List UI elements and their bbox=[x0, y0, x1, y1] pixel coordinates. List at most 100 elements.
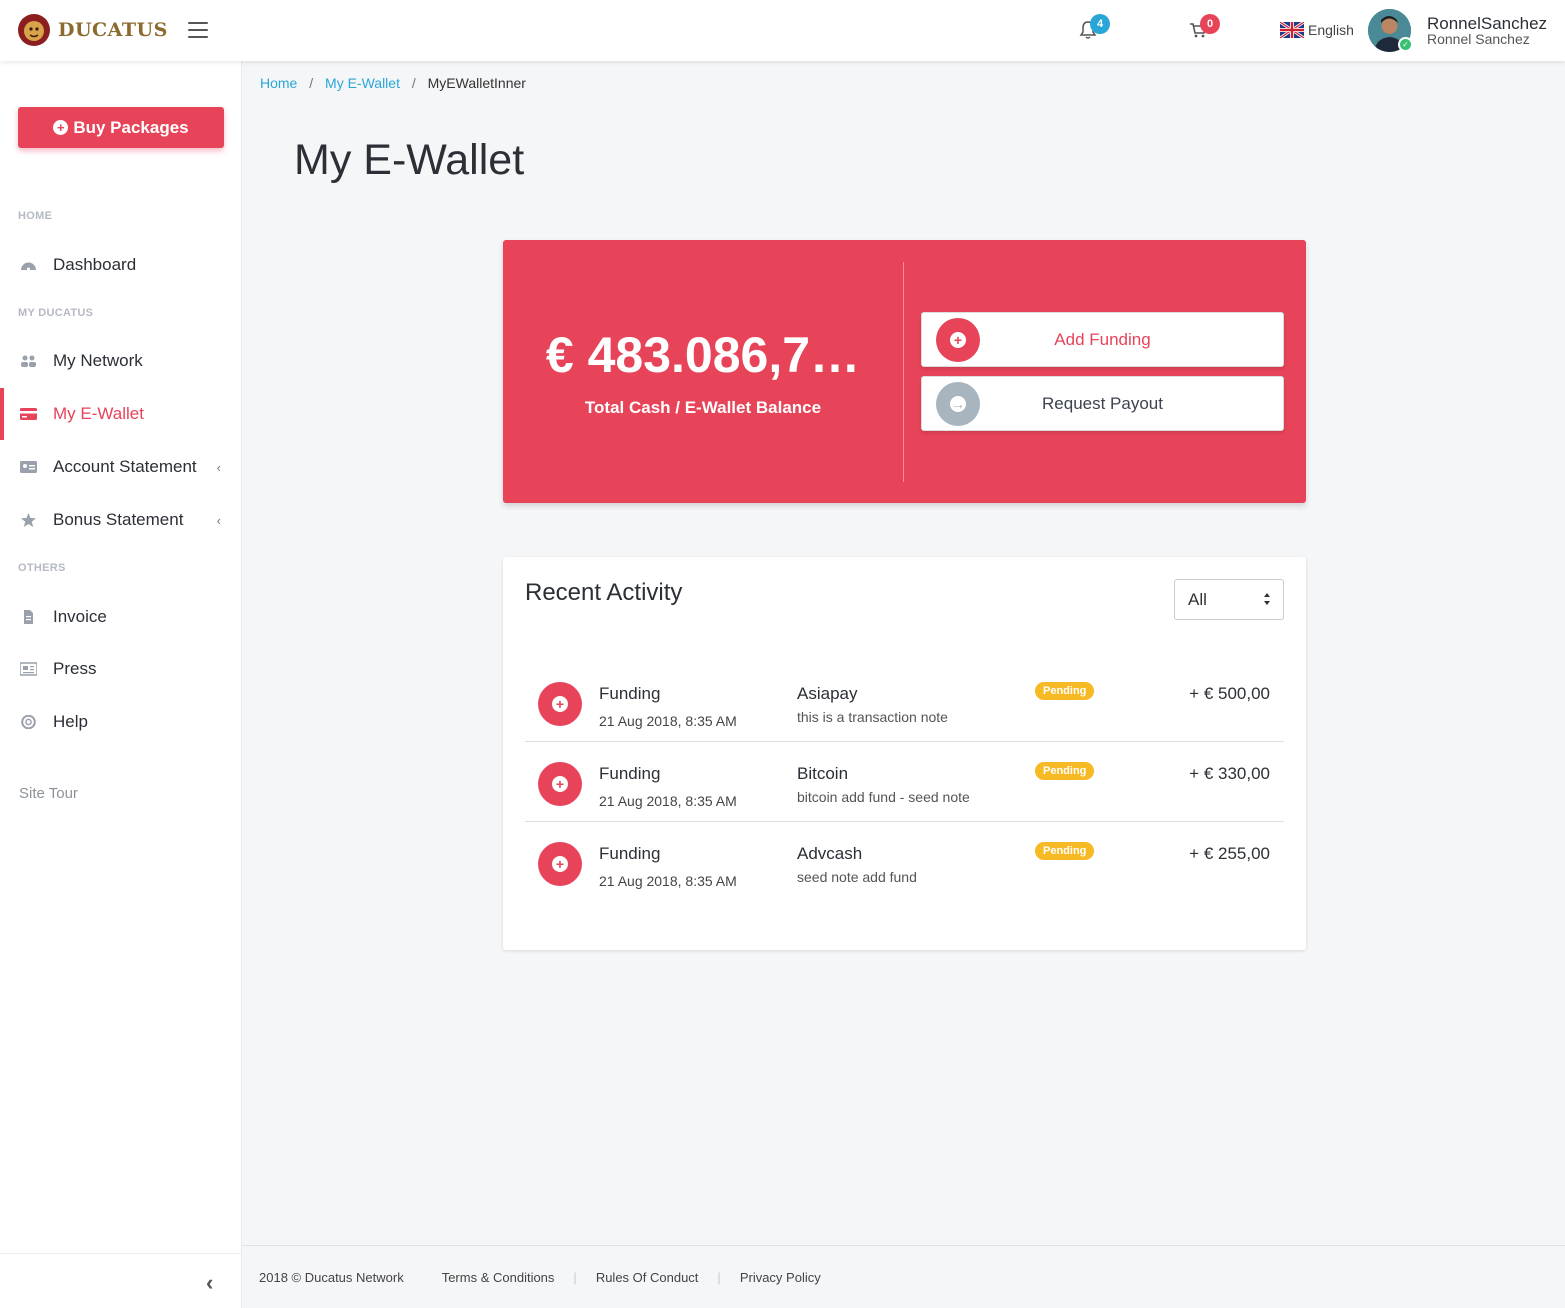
request-payout-label: Request Payout bbox=[1042, 394, 1163, 413]
activity-method: Bitcoin bbox=[797, 764, 849, 783]
activity-row[interactable]: + Funding 21 Aug 2018, 8:35 AM Advcash s… bbox=[525, 822, 1284, 902]
activity-date: 21 Aug 2018, 8:35 AM bbox=[599, 793, 737, 809]
user-full-name: Ronnel Sanchez bbox=[1427, 31, 1530, 47]
breadcrumb-home[interactable]: Home bbox=[260, 75, 297, 91]
top-bar: DUCATUS 4 0 English ✓ RonnelSanchez Ronn… bbox=[0, 0, 1565, 61]
status-badge: Pending bbox=[1035, 762, 1095, 780]
sidebar-item-bonus-statement[interactable]: Bonus Statement ‹ bbox=[0, 500, 241, 540]
request-payout-button[interactable]: → Request Payout bbox=[921, 376, 1284, 431]
uk-flag-icon bbox=[1280, 22, 1304, 38]
activity-date: 21 Aug 2018, 8:35 AM bbox=[599, 713, 737, 729]
notifications-bell[interactable]: 4 bbox=[1078, 14, 1110, 42]
users-icon bbox=[21, 355, 36, 367]
lion-logo-icon bbox=[18, 14, 50, 46]
sidebar-item-press[interactable]: Press bbox=[0, 649, 241, 689]
breadcrumb-wallet[interactable]: My E-Wallet bbox=[325, 75, 400, 91]
buy-packages-button[interactable]: + Buy Packages bbox=[18, 107, 224, 148]
language-label: English bbox=[1308, 22, 1354, 38]
online-status-icon: ✓ bbox=[1398, 37, 1413, 52]
footer-separator: | bbox=[573, 1269, 577, 1285]
sidebar-item-invoice[interactable]: Invoice bbox=[0, 597, 241, 637]
activity-filter-select[interactable]: All bbox=[1174, 579, 1284, 620]
footer-privacy-link[interactable]: Privacy Policy bbox=[740, 1270, 821, 1285]
footer-rules-link[interactable]: Rules Of Conduct bbox=[596, 1270, 699, 1285]
funding-plus-icon: + bbox=[538, 842, 582, 886]
sidebar-item-label: My Network bbox=[53, 351, 143, 370]
sidebar-item-label: Bonus Statement bbox=[53, 510, 184, 529]
footer-terms-link[interactable]: Terms & Conditions bbox=[442, 1270, 555, 1285]
wallet-balance-card: € 483.086,7… Total Cash / E-Wallet Balan… bbox=[503, 240, 1306, 503]
funding-plus-icon: + bbox=[538, 682, 582, 726]
activity-date: 21 Aug 2018, 8:35 AM bbox=[599, 873, 737, 889]
buy-packages-label: Buy Packages bbox=[73, 117, 189, 137]
activity-row[interactable]: + Funding 21 Aug 2018, 8:35 AM Asiapay t… bbox=[525, 662, 1284, 742]
wallet-balance-label: Total Cash / E-Wallet Balance bbox=[584, 398, 822, 417]
sidebar-item-my-e-wallet[interactable]: My E-Wallet bbox=[0, 388, 241, 440]
id-card-icon bbox=[20, 461, 37, 473]
cart-button[interactable]: 0 bbox=[1188, 14, 1220, 42]
page-footer: 2018 © Ducatus Network Terms & Condition… bbox=[242, 1245, 1565, 1308]
breadcrumb-separator: / bbox=[309, 75, 314, 91]
chevron-left-icon: ‹ bbox=[216, 512, 221, 528]
funding-plus-icon: + bbox=[538, 762, 582, 806]
sidebar-item-account-statement[interactable]: Account Statement ‹ bbox=[0, 447, 241, 487]
sidebar-item-help[interactable]: Help bbox=[0, 702, 241, 742]
section-label-home: HOME bbox=[18, 210, 53, 222]
activity-filter-value: All bbox=[1188, 590, 1207, 609]
footer-separator: | bbox=[717, 1269, 721, 1285]
breadcrumb-current: MyEWalletInner bbox=[427, 75, 526, 91]
activity-amount: + € 500,00 bbox=[1189, 684, 1270, 703]
cart-badge: 0 bbox=[1200, 14, 1220, 34]
wallet-balance-amount: € 483.086,7… bbox=[545, 327, 861, 383]
newspaper-icon bbox=[20, 662, 37, 676]
sidebar-item-my-network[interactable]: My Network bbox=[0, 341, 241, 381]
sidebar-item-label: Invoice bbox=[53, 607, 107, 626]
brand-logo[interactable]: DUCATUS bbox=[16, 12, 168, 48]
activity-note: this is a transaction note bbox=[797, 709, 948, 725]
section-label-others: OTHERS bbox=[18, 562, 66, 574]
sidebar-item-label: My E-Wallet bbox=[53, 404, 144, 423]
life-ring-icon bbox=[21, 715, 36, 729]
file-icon bbox=[24, 610, 33, 624]
breadcrumb: Home / My E-Wallet / MyEWalletInner bbox=[260, 75, 526, 91]
sidebar-item-label: Help bbox=[53, 712, 88, 731]
footer-copyright: 2018 © Ducatus Network bbox=[259, 1269, 404, 1285]
sidebar-footer: ‹ bbox=[0, 1253, 241, 1308]
sidebar-item-label: Press bbox=[53, 659, 97, 678]
chevron-left-icon: ‹ bbox=[216, 459, 221, 475]
sidebar-item-label: Dashboard bbox=[53, 255, 137, 274]
sidebar-item-label: Account Statement bbox=[53, 457, 197, 476]
notifications-badge: 4 bbox=[1090, 14, 1110, 34]
activity-amount: + € 330,00 bbox=[1189, 764, 1270, 783]
add-funding-button[interactable]: + Add Funding bbox=[921, 312, 1284, 367]
sidebar: + Buy Packages HOME Dashboard MY DUCATUS… bbox=[0, 61, 242, 1308]
activity-method: Asiapay bbox=[797, 684, 858, 703]
site-tour-link[interactable]: Site Tour bbox=[19, 785, 78, 802]
menu-toggle-icon[interactable] bbox=[188, 22, 208, 38]
section-label-my-ducatus: MY DUCATUS bbox=[18, 307, 94, 319]
activity-type: Funding bbox=[599, 684, 661, 703]
dashboard-icon bbox=[21, 262, 36, 271]
brand-name: DUCATUS bbox=[58, 19, 168, 41]
activity-row[interactable]: + Funding 21 Aug 2018, 8:35 AM Bitcoin b… bbox=[525, 742, 1284, 822]
activity-amount: + € 255,00 bbox=[1189, 844, 1270, 863]
activity-method: Advcash bbox=[797, 844, 863, 863]
language-selector[interactable]: English bbox=[1280, 22, 1354, 38]
collapse-sidebar-icon[interactable]: ‹ bbox=[206, 1270, 213, 1296]
activity-note: bitcoin add fund - seed note bbox=[797, 789, 970, 805]
status-badge: Pending bbox=[1035, 682, 1095, 700]
recent-activity-title: Recent Activity bbox=[525, 579, 683, 606]
star-icon bbox=[21, 513, 36, 527]
status-badge: Pending bbox=[1035, 842, 1095, 860]
activity-note: seed note add fund bbox=[797, 869, 917, 885]
recent-activity-card: Recent Activity All + Funding 21 Aug 201… bbox=[503, 557, 1306, 950]
sidebar-item-dashboard[interactable]: Dashboard bbox=[0, 245, 241, 285]
sort-arrows-icon bbox=[1264, 593, 1270, 605]
breadcrumb-separator: / bbox=[411, 75, 416, 91]
wallet-divider bbox=[903, 262, 904, 482]
plus-circle-icon: + bbox=[53, 120, 69, 135]
activity-type: Funding bbox=[599, 844, 661, 863]
credit-card-icon bbox=[20, 408, 37, 420]
activity-type: Funding bbox=[599, 764, 661, 783]
page-title: My E-Wallet bbox=[294, 136, 525, 184]
